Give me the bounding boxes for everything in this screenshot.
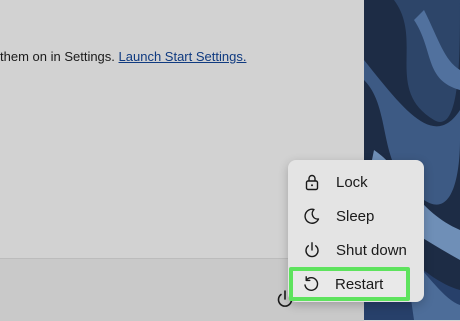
sleep-menu-item[interactable]: Sleep	[292, 200, 420, 232]
lock-menu-item[interactable]: Lock	[292, 166, 420, 198]
power-icon	[302, 240, 322, 260]
sleep-label: Sleep	[336, 207, 375, 225]
restart-icon	[301, 274, 321, 294]
shut-down-menu-item[interactable]: Shut down	[292, 234, 420, 266]
power-options-menu: Lock Sleep Shut down Restart	[288, 160, 424, 302]
restart-menu-item[interactable]: Restart	[289, 267, 410, 301]
settings-notice: them on in Settings. Launch Start Settin…	[0, 49, 246, 64]
launch-start-settings-link[interactable]: Launch Start Settings.	[119, 49, 247, 64]
restart-label: Restart	[335, 275, 384, 293]
moon-icon	[302, 206, 322, 226]
lock-icon	[302, 172, 322, 192]
settings-notice-text: them on in Settings.	[0, 49, 115, 64]
lock-label: Lock	[336, 173, 368, 191]
shut-down-label: Shut down	[336, 241, 407, 259]
